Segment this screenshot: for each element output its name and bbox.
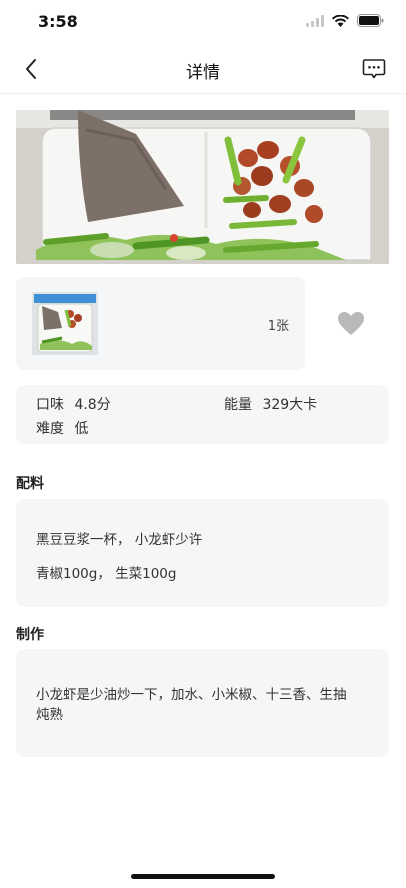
heart-icon <box>338 311 364 335</box>
ingredient-line: 黑豆豆浆一杯， 小龙虾少许 <box>36 532 203 548</box>
image-count: 1张 <box>267 319 289 334</box>
gallery-card[interactable]: 1张 <box>16 277 305 370</box>
taste-rating: 口味 4.8分 <box>36 394 111 414</box>
battery-icon <box>357 14 384 27</box>
energy: 能量 329大卡 <box>224 394 317 414</box>
status-bar: 3:58 <box>0 0 406 44</box>
taste-label: 口味 <box>36 397 64 413</box>
difficulty: 难度 低 <box>36 418 88 438</box>
difficulty-value: 低 <box>74 421 89 437</box>
ingredients-title: 配料 <box>16 476 44 492</box>
gallery-thumbnail[interactable] <box>32 292 98 355</box>
page-title: 详情 <box>186 63 220 83</box>
status-icons <box>306 14 384 27</box>
ingredients-card: 黑豆豆浆一杯， 小龙虾少许 青椒100g， 生菜100g <box>16 499 389 607</box>
recipe-info-card: 口味 4.8分 能量 329大卡 难度 低 <box>16 385 389 444</box>
navigation-bar: 详情 <box>0 44 406 94</box>
status-time: 3:58 <box>38 12 78 31</box>
signal-icon <box>306 14 324 27</box>
method-text: 小龙虾是少油炒一下，加水、小米椒、十三香、生抽炖熟 <box>36 687 347 723</box>
energy-value: 329大卡 <box>262 397 318 413</box>
method-title: 制作 <box>16 627 44 643</box>
comment-button[interactable] <box>360 56 388 82</box>
ingredient-line: 青椒100g， 生菜100g <box>36 566 177 582</box>
method-card: 小龙虾是少油炒一下，加水、小米椒、十三香、生抽炖熟 <box>16 649 389 757</box>
wifi-icon <box>332 14 349 27</box>
difficulty-label: 难度 <box>36 421 64 437</box>
taste-value: 4.8分 <box>74 397 111 413</box>
favorite-button[interactable] <box>336 309 366 337</box>
energy-label: 能量 <box>224 397 252 413</box>
message-icon <box>362 59 386 79</box>
hero-food-image <box>16 110 389 264</box>
home-indicator[interactable] <box>131 874 275 879</box>
